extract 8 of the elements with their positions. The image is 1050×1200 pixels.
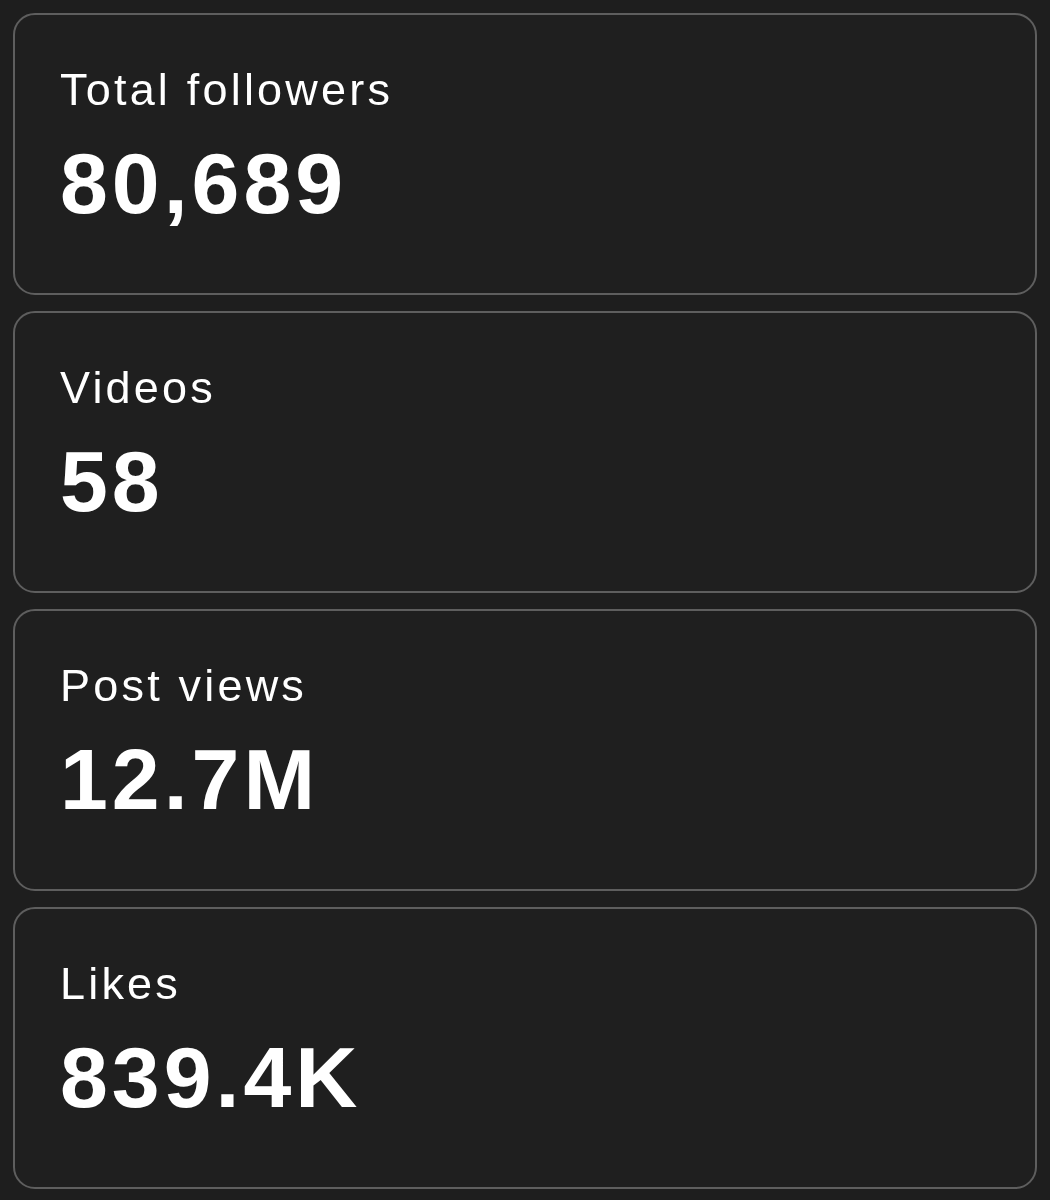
stat-label: Likes [60, 958, 183, 1010]
stat-value: 12.7M [60, 731, 321, 827]
stat-value: 58 [60, 433, 165, 529]
stat-label: Videos [60, 362, 217, 414]
stat-value: 80,689 [60, 135, 349, 231]
stat-label: Total followers [60, 64, 395, 116]
stat-label: Post views [60, 660, 309, 712]
stat-value: 839.4K [60, 1029, 363, 1125]
